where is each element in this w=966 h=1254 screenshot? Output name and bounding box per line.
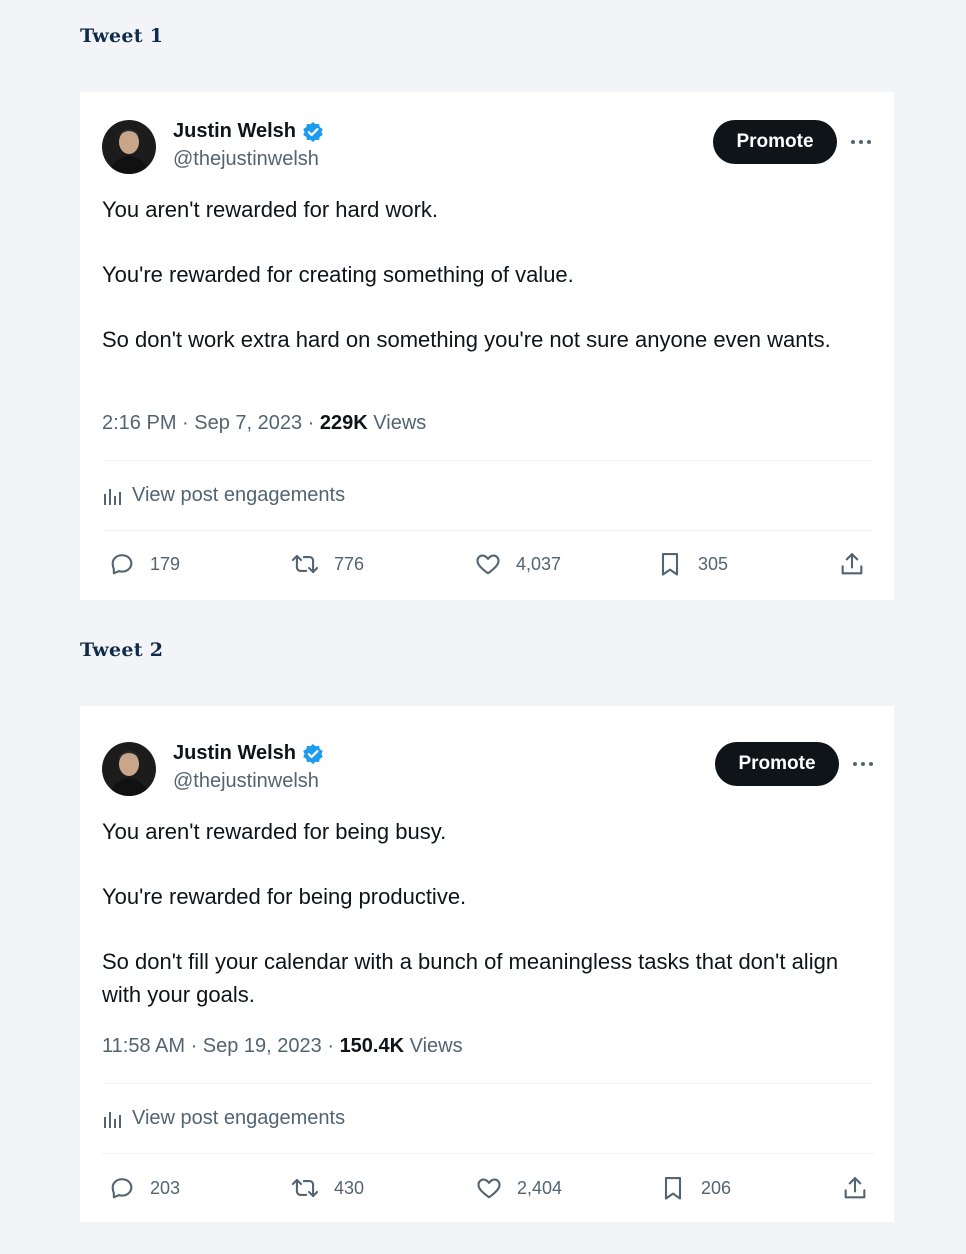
like-icon — [476, 554, 500, 575]
divider — [102, 1153, 874, 1154]
repost-button[interactable]: 776 — [290, 544, 364, 584]
share-icon — [841, 553, 863, 575]
tweet-paragraph: You aren't rewarded for hard work. — [102, 197, 439, 222]
tweet-text: You aren't rewarded for hard work. You'r… — [102, 193, 862, 356]
tweet-paragraph: So don't work extra hard on something yo… — [102, 327, 831, 352]
engagements-label: View post engagements — [132, 1107, 346, 1129]
promote-button[interactable]: Promote — [713, 120, 837, 164]
avatar[interactable] — [102, 120, 156, 174]
tweet-paragraph: You're rewarded for being productive. — [102, 884, 467, 909]
reply-icon — [111, 1178, 133, 1199]
share-button[interactable] — [841, 1168, 869, 1208]
tweet-paragraph: You're rewarded for creating something o… — [102, 262, 574, 287]
tweet-meta: 2:16 PM · Sep 7, 2023 · 229K Views — [102, 412, 426, 435]
bookmark-icon — [664, 1177, 682, 1200]
like-count: 4,037 — [516, 553, 562, 574]
author-handle[interactable]: @thejustinwelsh — [173, 148, 319, 171]
view-engagements-link[interactable]: View post engagements — [102, 1107, 345, 1130]
like-count: 2,404 — [517, 1177, 563, 1198]
view-engagements-link[interactable]: View post engagements — [102, 484, 345, 507]
more-dots-icon[interactable] — [851, 752, 875, 776]
verified-badge-icon — [302, 121, 324, 143]
divider — [102, 530, 874, 531]
like-button[interactable]: 2,404 — [475, 1168, 562, 1208]
repost-icon — [291, 554, 319, 574]
repost-button[interactable]: 430 — [290, 1168, 364, 1208]
action-bar: 203 430 2,404 206 — [102, 1168, 874, 1208]
timestamp[interactable]: 11:58 AM · Sep 19, 2023 · — [102, 1035, 340, 1057]
divider — [102, 460, 874, 461]
author-name-row: Justin Welsh — [173, 742, 324, 765]
bookmark-icon — [661, 553, 679, 576]
timestamp[interactable]: 2:16 PM · Sep 7, 2023 · — [102, 412, 320, 434]
divider — [102, 1083, 874, 1084]
bookmark-button[interactable]: 305 — [656, 544, 728, 584]
author-handle[interactable]: @thejustinwelsh — [173, 770, 319, 793]
author-name[interactable]: Justin Welsh — [173, 120, 296, 143]
tweet-meta: 11:58 AM · Sep 19, 2023 · 150.4K Views — [102, 1035, 463, 1058]
tweet-card-1: Justin Welsh @thejustinwelsh Promote You… — [80, 92, 894, 600]
views-label: Views — [367, 412, 427, 434]
bar-chart-icon — [104, 488, 121, 505]
verified-badge-icon — [302, 743, 324, 765]
action-bar: 179 776 4,037 305 — [102, 544, 874, 584]
repost-icon — [291, 1178, 319, 1198]
views-label: Views — [404, 1035, 463, 1057]
reply-button[interactable]: 203 — [108, 1168, 180, 1208]
reply-count: 179 — [150, 553, 181, 574]
engagements-label: View post engagements — [132, 484, 346, 506]
bookmark-count: 206 — [701, 1177, 732, 1198]
author-name-row: Justin Welsh — [173, 120, 324, 143]
repost-count: 430 — [334, 1177, 365, 1198]
reply-button[interactable]: 179 — [108, 544, 180, 584]
avatar[interactable] — [102, 742, 156, 796]
author-name[interactable]: Justin Welsh — [173, 742, 296, 765]
share-icon — [844, 1177, 866, 1199]
tweet-card-2: Justin Welsh @thejustinwelsh Promote You… — [80, 706, 894, 1222]
tweet-text: You aren't rewarded for being busy. You'… — [102, 815, 862, 1011]
section-title-tweet-2: Tweet 2 — [80, 639, 164, 661]
tweet-paragraph: So don't fill your calendar with a bunch… — [102, 949, 839, 1007]
like-button[interactable]: 4,037 — [474, 544, 561, 584]
bar-chart-icon — [104, 1111, 121, 1128]
more-dots-icon[interactable] — [849, 130, 873, 154]
tweet-paragraph: You aren't rewarded for being busy. — [102, 819, 447, 844]
reply-icon — [111, 554, 133, 575]
views-count: 229K — [319, 412, 368, 434]
repost-count: 776 — [334, 553, 365, 574]
section-title-tweet-1: Tweet 1 — [80, 25, 164, 47]
like-icon — [477, 1178, 501, 1199]
bookmark-button[interactable]: 206 — [659, 1168, 731, 1208]
promote-button[interactable]: Promote — [715, 742, 839, 786]
views-count: 150.4K — [339, 1035, 405, 1057]
bookmark-count: 305 — [698, 553, 729, 574]
share-button[interactable] — [838, 544, 866, 584]
reply-count: 203 — [150, 1177, 181, 1198]
